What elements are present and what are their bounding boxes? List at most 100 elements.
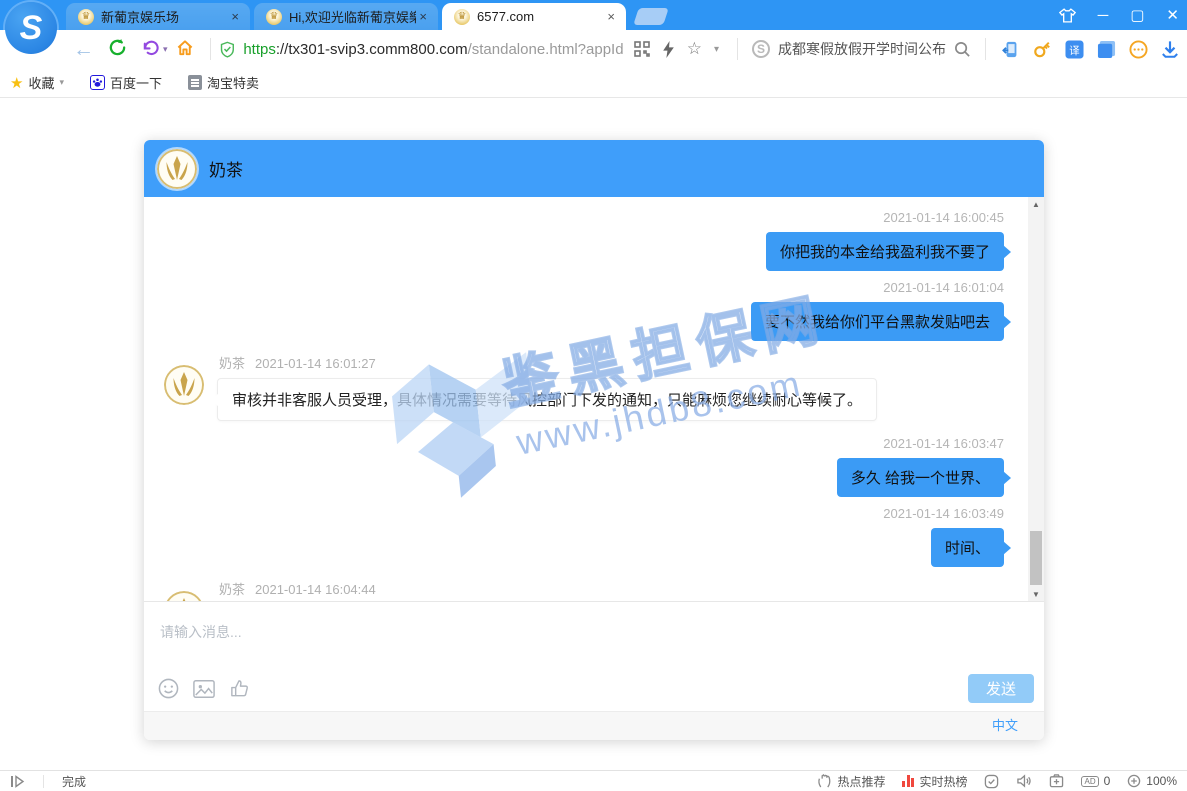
tab-1[interactable]: ♛ 新葡京娱乐场 × [66,3,250,30]
emoji-icon[interactable] [158,678,179,699]
thumbs-up-icon[interactable] [229,678,250,699]
favorites-caret-icon: ▾ [59,77,64,88]
agent-name: 奶茶 [209,156,243,181]
user-message-group: 2021-01-14 16:00:45 你把我的本金给我盈利我不要了 [164,203,1010,271]
undo-dropdown-caret[interactable]: ▾ [163,44,168,55]
browser-statusbar: 完成 热点推荐 实时热榜 AD 0 100% [0,770,1187,791]
user-message-bubble: 时间、 [931,528,1004,567]
chat-window: 奶茶 2021-01-14 16:00:45 你把我的本金给我盈利我不要了 20… [144,140,1044,740]
baidu-paw-icon [90,75,105,90]
password-key-icon[interactable] [1033,40,1052,58]
tab-strip: ♛ 新葡京娱乐场 × ♛ Hi,欢迎光临新葡京娱樂 × ♛ 6577.com × [66,0,666,30]
send-to-phone-icon[interactable] [1002,40,1020,59]
tab-title: Hi,欢迎光临新葡京娱樂 [289,7,416,26]
search-box[interactable]: S 成都寒假放假开学时间公布 [746,39,977,59]
back-icon[interactable]: ← [73,39,94,60]
svg-text:译: 译 [1069,44,1080,56]
translate-icon[interactable]: 译 [1065,40,1084,59]
scroll-up-arrow[interactable]: ▲ [1028,197,1044,211]
message-timestamp: 2021-01-14 16:01:04 [883,280,1004,295]
zoom-control[interactable]: 100% [1127,774,1177,788]
browser-menu-logo[interactable]: S [5,2,57,54]
refresh-icon[interactable] [108,38,127,61]
agent-message-bubble: 审核并非客服人员受理，具体情况需要等待风控部门下发的通知，只能麻烦您继续耐心等候… [217,378,877,421]
close-window-button[interactable]: ✕ [1166,8,1179,23]
star-icon: ★ [10,74,23,92]
ad-block-counter[interactable]: AD 0 [1081,774,1110,788]
download-icon[interactable] [1161,40,1179,59]
message-timestamp: 2021-01-14 16:03:47 [883,436,1004,451]
favorites-label: 收藏 [28,73,54,92]
bar-chart-icon [902,775,914,787]
user-message-bubble: 多久 给我一个世界、 [837,458,1004,497]
user-message-bubble: 要不然我给你们平台黑款发贴吧去 [751,302,1004,341]
user-message-bubble: 你把我的本金给我盈利我不要了 [766,232,1004,271]
ad-icon: AD [1081,776,1098,787]
chat-scrollbar[interactable]: ▲ ▼ [1028,197,1044,601]
user-message-group: 2021-01-14 16:03:47 多久 给我一个世界、 [164,429,1010,497]
zoom-plus-icon [1127,774,1141,788]
new-tab-button[interactable] [633,8,669,25]
minimize-button[interactable]: ─ [1098,8,1109,23]
document-icon [188,75,202,90]
agent-message-group: 奶茶2021-01-14 16:04:44 还请您可先行稍作休息，不时可尝试是否… [164,577,1010,601]
browser-toolbar: ← ▾ https://tx301-svip3.comm800.com/stan… [0,30,1187,68]
qr-code-icon[interactable] [634,41,650,57]
chat-header: 奶茶 [144,140,1044,197]
user-message-group: 2021-01-14 16:03:49 时间、 [164,499,1010,567]
address-dropdown-caret[interactable]: ▾ [714,44,719,55]
agent-message-group: 奶茶2021-01-14 16:01:27 审核并非客服人员受理，具体情况需要等… [164,351,1010,421]
bookmarks-bar: ★ 收藏 ▾ 百度一下 淘宝特卖 [0,68,1187,98]
image-upload-icon[interactable] [193,679,215,699]
site-favicon: ♛ [78,9,94,25]
scrollbar-thumb[interactable] [1030,531,1042,585]
address-bar[interactable]: https://tx301-svip3.comm800.com/standalo… [219,39,729,59]
hot-recommend-toggle[interactable]: 热点推荐 [817,773,885,790]
message-input[interactable] [144,602,1044,662]
tab-close-icon[interactable]: × [604,9,618,24]
speaker-icon[interactable] [1016,774,1032,788]
bookmark-baidu[interactable]: 百度一下 [90,73,162,92]
page-status-text: 完成 [62,773,86,790]
page-viewport: 奶茶 2021-01-14 16:00:45 你把我的本金给我盈利我不要了 20… [0,98,1187,770]
sidebar-toggle-icon[interactable] [10,775,25,788]
tab-3-active[interactable]: ♛ 6577.com × [442,3,626,30]
sogou-search-icon: S [752,40,770,58]
tab-2[interactable]: ♛ Hi,欢迎光临新葡京娱樂 × [254,3,438,30]
agent-avatar [164,591,204,601]
clipboard-collect-icon[interactable] [1097,40,1116,59]
language-link[interactable]: 中文 [992,718,1018,733]
message-area: 2021-01-14 16:00:45 你把我的本金给我盈利我不要了 2021-… [144,197,1044,601]
maximize-button[interactable]: ▢ [1130,8,1144,23]
search-icon[interactable] [954,41,971,58]
user-message-group: 2021-01-14 16:01:04 要不然我给你们平台黑款发贴吧去 [164,273,1010,341]
tab-close-icon[interactable]: × [228,9,242,24]
screenshot-icon[interactable] [1049,774,1064,788]
security-check-icon[interactable] [984,774,999,789]
chat-footer: 中文 [144,711,1044,740]
bookmark-taobao[interactable]: 淘宝特卖 [188,73,259,92]
tab-close-icon[interactable]: × [416,9,430,24]
favorite-star-icon[interactable]: ☆ [687,39,702,59]
agent-avatar [164,365,204,405]
chat-input-area: 发送 [144,601,1044,711]
message-timestamp: 2021-01-14 16:03:49 [883,506,1004,521]
hand-icon [817,774,832,788]
site-favicon: ♛ [266,9,282,25]
tab-title: 6577.com [477,9,604,24]
lightning-icon[interactable] [662,41,675,58]
search-suggestion-text[interactable]: 成都寒假放假开学时间公布 [778,39,946,59]
browser-titlebar: S ♛ 新葡京娱乐场 × ♛ Hi,欢迎光临新葡京娱樂 × ♛ 6577.com… [0,0,1187,30]
more-tools-icon[interactable] [1129,40,1148,59]
site-favicon: ♛ [454,9,470,25]
agent-name-time: 奶茶2021-01-14 16:01:27 [219,353,877,372]
undo-icon[interactable] [141,38,160,61]
send-button[interactable]: 发送 [968,674,1034,703]
scroll-down-arrow[interactable]: ▼ [1028,587,1044,601]
theme-skin-icon[interactable] [1059,8,1076,23]
url-text[interactable]: https://tx301-svip3.comm800.com/standalo… [243,41,623,58]
realtime-hot-toggle[interactable]: 实时热榜 [902,773,967,790]
home-icon[interactable] [175,38,195,61]
favorites-menu[interactable]: ★ 收藏 ▾ [10,73,64,92]
security-shield-icon [219,40,236,59]
